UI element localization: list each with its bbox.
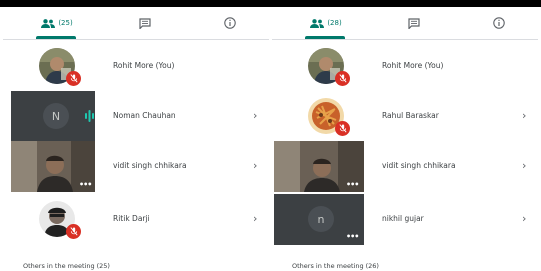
people-count: (25) — [58, 19, 73, 27]
participant-row[interactable]: Rohit More (You) — [3, 41, 269, 91]
participant-name: Noman Chauhan — [113, 111, 176, 120]
chevron-right-icon[interactable]: › — [253, 141, 257, 191]
mic-off-icon — [66, 71, 81, 86]
participant-name: Ritik Darji — [113, 214, 150, 223]
participant-name: Rohit More (You) — [382, 61, 444, 70]
chevron-right-icon[interactable]: › — [253, 91, 257, 141]
participant-row[interactable]: n ••• nikhil gujar › — [272, 194, 538, 245]
tab-chat[interactable] — [394, 7, 434, 39]
participants-panel-left: (25) Rohit More (You) N Noman Chauhan › … — [3, 7, 269, 271]
participant-row[interactable]: N Noman Chauhan › — [3, 91, 269, 142]
others-section-label: Others in the meeting (26) — [292, 262, 379, 270]
participant-row[interactable]: Ritik Darji › — [3, 194, 269, 244]
info-icon — [224, 17, 236, 29]
mic-off-icon — [66, 224, 81, 239]
panel-tabs: (28) — [272, 7, 538, 40]
avatar-initial: n — [308, 206, 334, 232]
others-section-label: Others in the meeting (25) — [23, 262, 110, 270]
mic-off-icon — [335, 71, 350, 86]
participant-video: ••• — [274, 141, 364, 192]
chevron-right-icon[interactable]: › — [253, 194, 257, 244]
participant-tile: N — [11, 91, 95, 142]
people-count: (28) — [327, 19, 342, 27]
tab-people[interactable]: (25) — [33, 7, 81, 39]
chat-icon — [408, 17, 420, 29]
participant-name: vidit singh chhikara — [382, 161, 456, 170]
people-icon — [310, 18, 325, 28]
tab-info[interactable] — [479, 7, 519, 39]
participant-tile: n ••• — [274, 194, 364, 245]
chat-icon — [139, 17, 151, 29]
info-icon — [493, 17, 505, 29]
speaking-icon — [85, 110, 94, 122]
participant-name: Rahul Baraskar — [382, 111, 439, 120]
more-dots-icon[interactable]: ••• — [346, 180, 359, 189]
panel-tabs: (25) — [3, 7, 269, 40]
avatar-initial: N — [43, 103, 69, 129]
chevron-right-icon[interactable]: › — [522, 141, 526, 191]
mic-off-icon — [335, 121, 350, 136]
participant-name: vidit singh chhikara — [113, 161, 187, 170]
participant-video: ••• — [11, 141, 95, 192]
tab-info[interactable] — [210, 7, 250, 39]
participant-row[interactable]: ••• vidit singh chhikara › — [3, 141, 269, 192]
tab-people[interactable]: (28) — [302, 7, 350, 39]
chevron-right-icon[interactable]: › — [522, 194, 526, 244]
people-icon — [41, 18, 56, 28]
top-black-bar — [0, 0, 541, 7]
participant-row[interactable]: Rohit More (You) — [272, 41, 538, 91]
participant-name: Rohit More (You) — [113, 61, 175, 70]
participants-panel-right: (28) Rohit More (You) Rahul Baraskar › •… — [272, 7, 538, 271]
chevron-right-icon[interactable]: › — [522, 91, 526, 141]
active-tab-indicator — [305, 36, 345, 39]
participant-name: nikhil gujar — [382, 214, 424, 223]
more-dots-icon[interactable]: ••• — [79, 180, 92, 189]
tab-chat[interactable] — [125, 7, 165, 39]
active-tab-indicator — [36, 36, 76, 39]
more-dots-icon[interactable]: ••• — [346, 232, 359, 241]
participant-row[interactable]: Rahul Baraskar › — [272, 91, 538, 141]
participant-row[interactable]: ••• vidit singh chhikara › — [272, 141, 538, 192]
